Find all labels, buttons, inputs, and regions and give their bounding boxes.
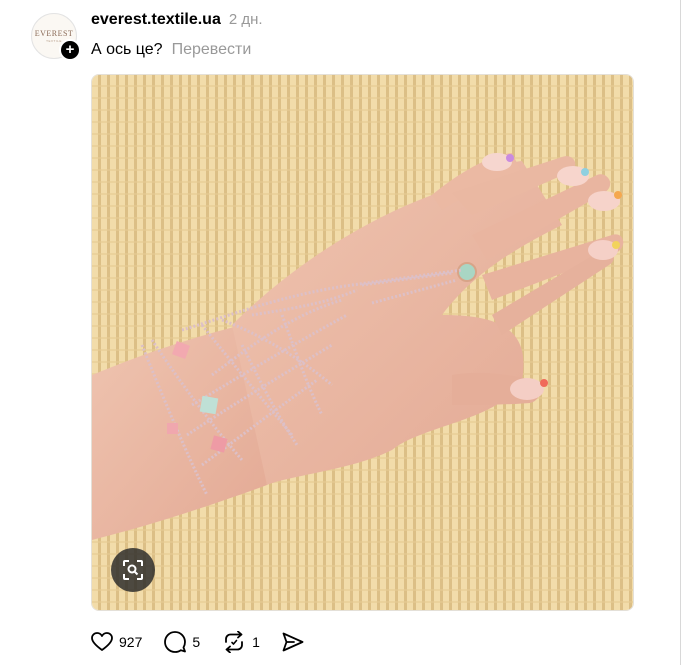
post-header: everest.textile.ua 2 дн. — [91, 11, 263, 29]
post-image[interactable] — [91, 74, 634, 611]
post-caption-row: А ось це? Перевести — [91, 41, 251, 59]
comment-count: 5 — [192, 634, 201, 650]
follow-plus-icon[interactable]: + — [59, 39, 81, 61]
repost-icon — [225, 631, 244, 653]
feed-divider — [680, 0, 681, 665]
avatar-container[interactable]: EVEREST TEXTILE + — [31, 13, 81, 61]
avatar-logo-subtext: TEXTILE — [46, 39, 62, 43]
post-timestamp[interactable]: 2 дн. — [229, 11, 263, 28]
heart-icon — [91, 632, 113, 651]
share-button[interactable] — [282, 632, 304, 652]
visual-search-button[interactable] — [111, 548, 155, 592]
repost-button[interactable]: 1 — [222, 631, 260, 653]
like-count: 927 — [119, 634, 143, 650]
post-actions: 927 5 1 — [91, 629, 326, 655]
send-icon — [282, 632, 304, 652]
bracelet-photo — [92, 75, 633, 610]
post-caption: А ось це? — [91, 41, 163, 58]
comment-button[interactable]: 5 — [164, 631, 200, 653]
translate-link[interactable]: Перевести — [172, 41, 252, 59]
post-container: EVEREST TEXTILE + everest.textile.ua 2 д… — [0, 0, 695, 665]
like-button[interactable]: 927 — [91, 632, 142, 652]
avatar-logo-text: EVEREST — [34, 29, 74, 38]
visual-search-icon — [123, 560, 143, 580]
repost-count: 1 — [252, 634, 260, 650]
comment-icon — [164, 631, 187, 653]
username-link[interactable]: everest.textile.ua — [91, 11, 221, 29]
